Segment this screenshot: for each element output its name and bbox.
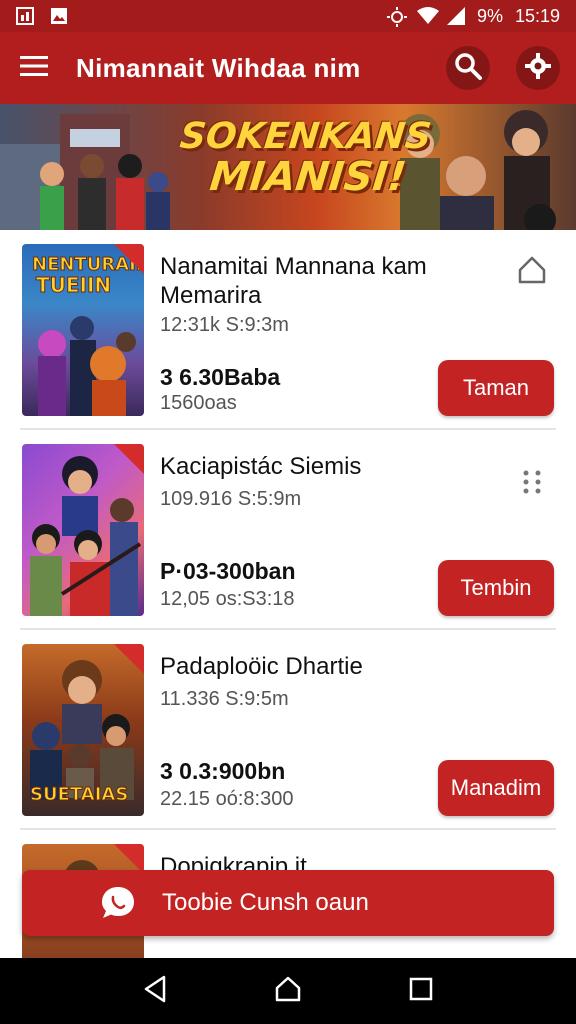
promo-banner[interactable]: SOKENKANS MIANISI! [0, 104, 576, 230]
svg-text:SUETAIAS: SUETAIAS [30, 784, 128, 805]
item-title: Nanamitai Mannana kam Memarira [160, 253, 427, 309]
battery-text: 9% [476, 5, 503, 26]
menu-button[interactable] [16, 50, 52, 86]
item-action-button[interactable]: Taman [438, 360, 554, 416]
thumbnail-corner-badge [114, 244, 144, 274]
search-icon [453, 51, 483, 86]
recents-button[interactable] [399, 969, 443, 1013]
list-item[interactable]: NENTURAIN TUEIIN Nanamitai Mannana kam M… [20, 230, 556, 430]
item-thumbnail [22, 444, 144, 616]
brightness-icon [386, 7, 407, 27]
signal-icon [446, 7, 465, 25]
app-notification-icon [16, 7, 34, 25]
status-bar: 9% 15:19 [0, 0, 576, 32]
item-title: Padaploöic Dhartie [160, 653, 363, 680]
svg-text:TUEIIN: TUEIIN [36, 273, 111, 297]
item-price: P·03-300ban [160, 558, 296, 584]
hamburger-menu-icon [20, 55, 48, 82]
item-title: Kaciapistác Siemis [160, 453, 362, 480]
banner-headline: SOKENKANS MIANISI! [177, 116, 434, 200]
item-sub: 12,05 os:S3:18 [160, 588, 295, 610]
home-button[interactable] [266, 969, 310, 1013]
banner-headline-line2: MIANISI! [207, 153, 409, 200]
more-grid-icon [521, 469, 543, 500]
app-bar: Nimannait Wihdaa nim [0, 32, 576, 104]
home-outline-button[interactable] [516, 256, 548, 288]
item-meta: 12:31k S:9:3m [160, 314, 289, 336]
item-thumbnail: SUETAIAS [22, 644, 144, 816]
cta-label: Toobie Cunsh oaun [162, 889, 369, 916]
thumbnail-corner-badge [114, 644, 144, 674]
chat-bubble-icon [98, 883, 138, 923]
item-action-button[interactable]: Manadim [438, 760, 554, 816]
item-thumbnail: NENTURAIN TUEIIN [22, 244, 144, 416]
contact-cta-button[interactable]: Toobie Cunsh oaun [22, 870, 554, 936]
wifi-icon [416, 7, 439, 25]
list-item[interactable]: SUETAIAS Padaploöic Dhartie 11.336 S:9:5… [20, 630, 556, 830]
item-meta: 11.336 S:9:5m [160, 688, 289, 710]
back-button[interactable] [133, 969, 177, 1013]
gallery-notification-icon [50, 7, 68, 25]
item-meta: 109.916 S:5:9m [160, 488, 302, 510]
item-action-button[interactable]: Tembin [438, 560, 554, 616]
home-outline-icon [517, 255, 547, 290]
home-icon [274, 975, 302, 1008]
banner-headline-line1: SOKENKANS [177, 116, 434, 157]
app-title: Nimannait Wihdaa nim [76, 52, 361, 83]
thumbnail-corner-badge [114, 444, 144, 474]
item-price: 3 6.30Baba [160, 364, 281, 390]
back-triangle-icon [142, 975, 168, 1008]
more-options-button[interactable] [516, 468, 548, 500]
list-item[interactable]: Kaciapistác Siemis 109.916 S:5:9m P·03-3… [20, 430, 556, 630]
recents-square-icon [409, 977, 433, 1006]
item-sub: 22.15 oó:8:300 [160, 788, 294, 810]
settings-button[interactable] [516, 46, 560, 90]
gear-icon [525, 52, 551, 84]
item-price: 3 0.3:900bn [160, 758, 286, 784]
status-time: 15:19 [514, 5, 560, 26]
item-sub: 1560oas [160, 392, 237, 414]
search-button[interactable] [446, 46, 490, 90]
system-navigation-bar [0, 958, 576, 1024]
